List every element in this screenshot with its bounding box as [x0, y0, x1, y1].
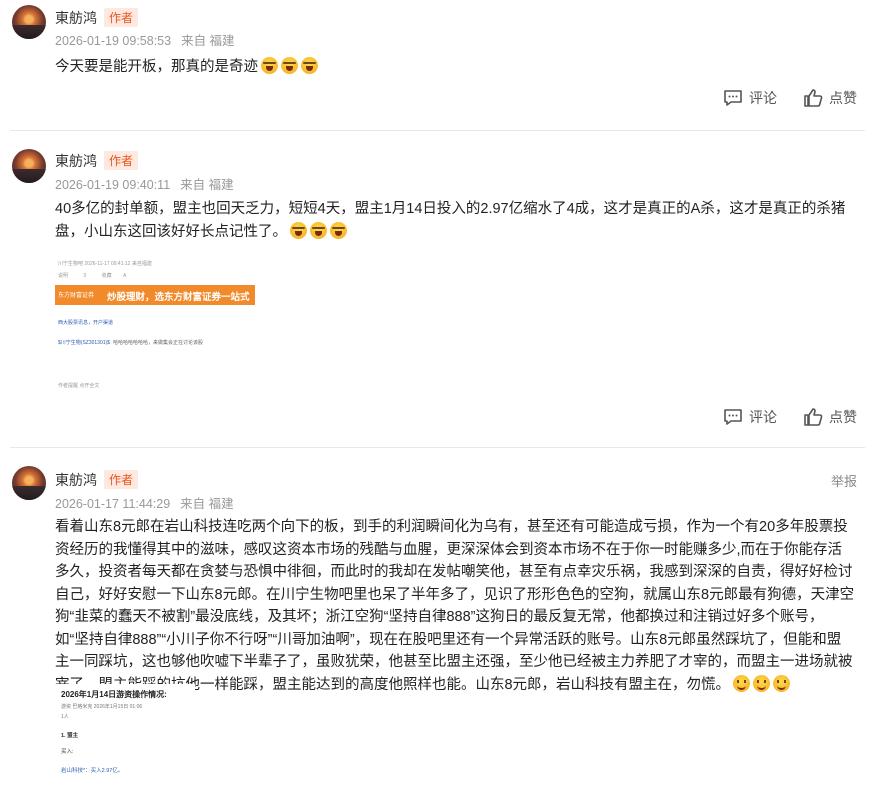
image-header: 川宁生物吧 2026-11-17 09:41:12 来自福建 [58, 261, 152, 267]
author-badge: 作者 [104, 151, 139, 170]
post-meta: 2026-01-19 09:58:53 来自 福建 [55, 30, 235, 49]
image-link: $川宁生物(SZ301301)$ 哈哈哈哈哈哈哈，来做集会正在讨论该股 [58, 340, 203, 346]
post-text: 今天要是能开板，那真的是奇迹 [55, 59, 258, 75]
author-badge: 作者 [104, 8, 139, 27]
like-label: 点赞 [829, 409, 857, 425]
divider [10, 447, 865, 448]
comment-label: 评论 [749, 409, 777, 425]
author-badge: 作者 [104, 470, 139, 489]
post-text: 看着山东8元郎在岩山科技连吃两个向下的板，到手的利润瞬间化为乌有，甚至还有可能造… [55, 519, 855, 693]
post-actions: 评论 点赞 [723, 88, 857, 108]
thumbs-up-icon [804, 408, 823, 426]
post-actions: 评论 点赞 [723, 407, 857, 427]
smile-emoji-icon [733, 674, 751, 692]
post-image[interactable]: 川宁生物吧 2026-11-17 09:41:12 来自福建 说明 3 收藏 A… [55, 258, 255, 389]
post-content: 看着山东8元郎在岩山科技连吃两个向下的板，到手的利润瞬间化为乌有，甚至还有可能造… [55, 516, 855, 696]
image-meta: 游资 巴格米克 2026年1月15日 01:06 [61, 704, 143, 710]
like-button[interactable]: 点赞 [803, 88, 857, 108]
post-meta: 2026-01-19 09:40:11 来自 福建 [55, 174, 234, 193]
image-buy: 买入: [61, 749, 74, 755]
like-label: 点赞 [829, 90, 857, 106]
cry-laugh-emoji-icon [301, 57, 318, 74]
avatar[interactable] [12, 5, 46, 39]
report-link[interactable]: 举报 [831, 471, 857, 490]
post-time: 2026-01-17 11:44:29 [55, 497, 171, 511]
post-content: 今天要是能开板，那真的是奇迹 [55, 56, 855, 79]
post-time: 2026-01-19 09:40:11 [55, 178, 171, 192]
smile-emoji-icon [773, 674, 791, 692]
banner-logo: 东方财富证券 [58, 293, 95, 299]
cry-laugh-emoji-icon [330, 221, 347, 239]
author-name[interactable]: 東舫鸿 [55, 151, 97, 171]
avatar[interactable] [12, 466, 46, 500]
post-content: 40多亿的封单额，盟主也回天乏力，短短4天，盟主1月14日投入的2.97亿缩水了… [55, 198, 855, 243]
post-time: 2026-01-19 09:58:53 [55, 34, 172, 48]
image-link: 西大股票讯息，开户渠道 [58, 320, 114, 326]
image-item: 岩山科技*：买入2.97亿。 [61, 768, 124, 774]
image-title: 2026年1月14日游资操作情况: [61, 690, 167, 699]
post-location: 来自 福建 [180, 178, 234, 192]
like-button[interactable]: 点赞 [803, 407, 857, 427]
cry-laugh-emoji-icon [281, 57, 298, 74]
post-text: 40多亿的封单额，盟主也回天乏力，短短4天，盟主1月14日投入的2.97亿缩水了… [55, 201, 846, 240]
comment-icon [724, 409, 742, 425]
post-image[interactable]: 2026年1月14日游资操作情况: 游资 巴格米克 2026年1月15日 01:… [55, 684, 195, 787]
ad-banner: 东方财富证券 炒股理财，选东方财富证券一站式 [55, 285, 255, 305]
divider [10, 130, 865, 131]
comment-button[interactable]: 评论 [723, 88, 777, 108]
author-name[interactable]: 東舫鸿 [55, 8, 97, 28]
thumbs-up-icon [804, 89, 823, 107]
cry-laugh-emoji-icon [310, 221, 327, 239]
image-footer: 作者提醒 点开全文 [58, 383, 100, 389]
post-location: 来自 福建 [181, 34, 235, 48]
cry-laugh-emoji-icon [290, 221, 307, 239]
smile-emoji-icon [753, 674, 771, 692]
author-name[interactable]: 東舫鸿 [55, 470, 97, 490]
image-toolbar: 说明 3 收藏 A [58, 273, 127, 279]
avatar[interactable] [12, 149, 46, 183]
image-section: 1. 盟主 [61, 733, 79, 739]
post-meta: 2026-01-17 11:44:29 来自 福建 [55, 493, 234, 512]
cry-laugh-emoji-icon [261, 57, 278, 74]
comment-button[interactable]: 评论 [723, 407, 777, 427]
post-location: 来自 福建 [180, 497, 234, 511]
banner-text: 炒股理财，选东方财富证券一站式 [107, 292, 250, 303]
comment-icon [724, 90, 742, 106]
comment-label: 评论 [749, 90, 777, 106]
image-like: 1人 [61, 714, 69, 720]
